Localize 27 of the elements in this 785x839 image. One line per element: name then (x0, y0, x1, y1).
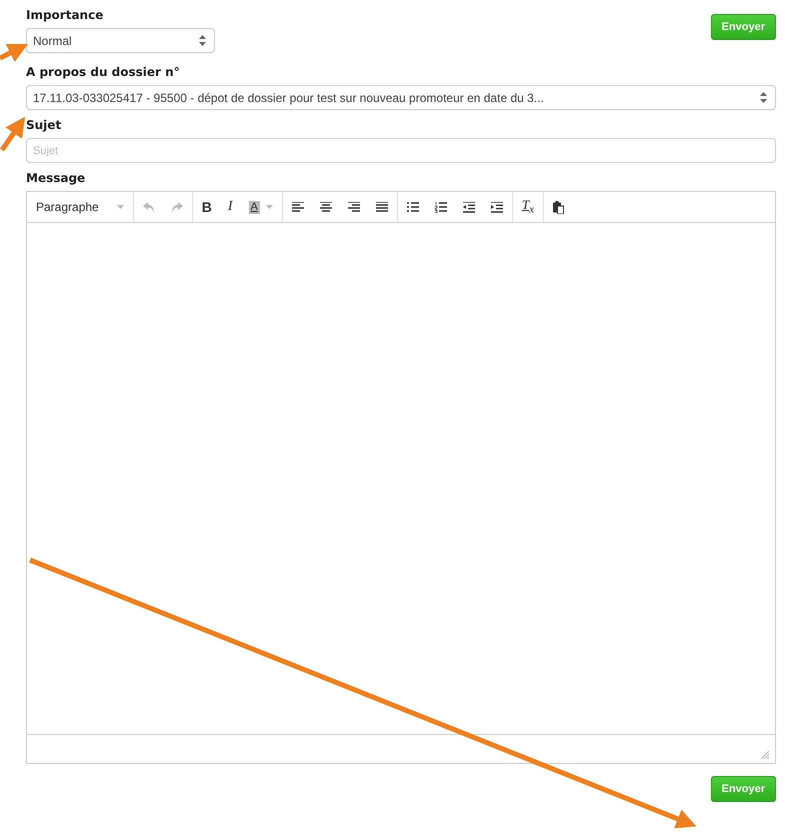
format-dropdown[interactable]: Paragraphe (36, 200, 124, 214)
dossier-select[interactable]: 17.11.03-033025417 - 95500 - dépot de dossier pour test sur nouveau promoteur en date du 3... (26, 85, 776, 110)
clipboard-icon[interactable] (552, 200, 564, 214)
italic-button[interactable]: I (228, 200, 233, 214)
bullet-list-icon[interactable] (406, 202, 419, 212)
annotation-arrow (0, 116, 26, 152)
align-right-icon[interactable] (348, 202, 360, 212)
field-label: Importance (26, 8, 104, 22)
updown-icon (199, 35, 206, 46)
text-color-button[interactable]: A (248, 200, 260, 214)
field-label: Message (26, 171, 86, 185)
field-label: Sujet (26, 118, 62, 132)
field-label: A propos du dossier n° (26, 65, 181, 79)
importance-select[interactable]: Normal (26, 28, 215, 53)
resize-handle-icon[interactable] (761, 751, 769, 759)
caret-icon (116, 205, 124, 209)
align-center-icon[interactable] (320, 202, 332, 212)
align-left-icon[interactable] (292, 202, 304, 212)
subject-field[interactable]: Sujet (26, 138, 776, 163)
outdent-icon[interactable] (462, 202, 475, 212)
updown-icon (760, 92, 767, 103)
indent-icon[interactable] (490, 202, 503, 212)
bold-button[interactable]: B (202, 200, 212, 214)
numbered-list-icon[interactable] (434, 202, 447, 212)
annotation-arrow (0, 44, 28, 62)
clear-format-button[interactable]: T$_{x}$ (522, 198, 534, 216)
justify-icon[interactable] (376, 202, 388, 212)
